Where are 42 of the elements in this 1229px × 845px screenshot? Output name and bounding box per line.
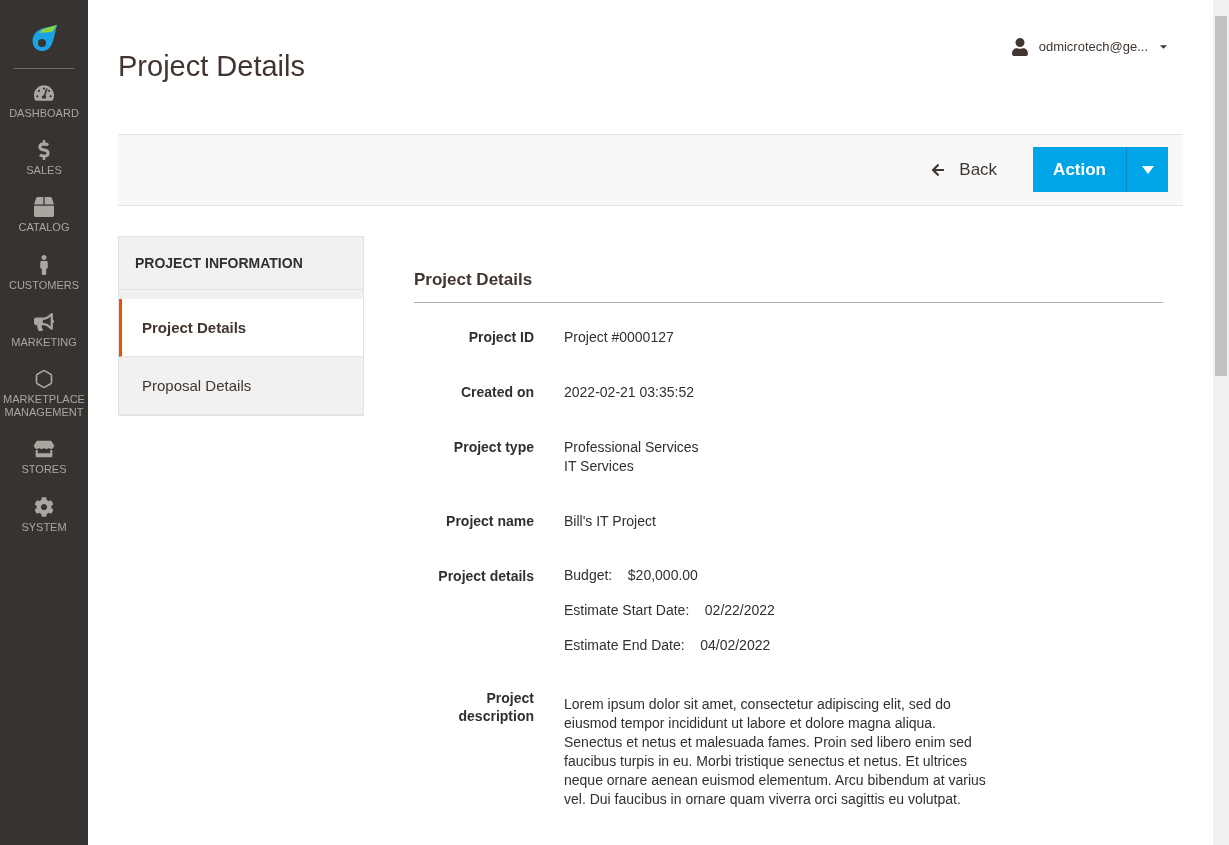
field-label: Created on bbox=[459, 383, 534, 402]
field-label: Project description bbox=[457, 689, 534, 726]
tab[interactable]: Project Details bbox=[119, 299, 363, 357]
nav-item[interactable]: SALES bbox=[0, 126, 88, 184]
action-button[interactable]: Action bbox=[1033, 147, 1126, 193]
back-button[interactable]: Back bbox=[925, 158, 1004, 181]
field-value: Estimate End Date: 04/02/2022 bbox=[564, 637, 772, 653]
field-value: IT Services bbox=[564, 457, 635, 476]
field-label: Project type bbox=[452, 438, 534, 457]
nav-item[interactable]: CUSTOMERS bbox=[0, 240, 88, 298]
tab-group-title: PROJECT INFORMATION bbox=[119, 237, 363, 290]
field-value: 2022-02-21 03:35:52 bbox=[564, 383, 694, 402]
store-icon bbox=[34, 439, 54, 460]
logo-icon[interactable] bbox=[30, 24, 58, 54]
dropdown-toggle[interactable] bbox=[1126, 147, 1168, 193]
scrollbar[interactable] bbox=[1213, 0, 1229, 845]
field-value: Estimate Start Date: 02/22/2022 bbox=[564, 602, 775, 618]
field-label: Project name bbox=[445, 512, 534, 531]
user-menu[interactable]: odmicrotech@ge... bbox=[1010, 37, 1169, 56]
section-title: Project Details bbox=[414, 270, 1163, 303]
field-label: Project details bbox=[437, 567, 534, 586]
arrow-left-icon bbox=[931, 162, 946, 177]
box-icon bbox=[34, 197, 54, 218]
caret-icon bbox=[1141, 165, 1154, 174]
nav-item[interactable]: SYSTEM bbox=[0, 482, 88, 540]
field-label: Project ID bbox=[467, 328, 534, 347]
field-value: Project #0000127 bbox=[564, 328, 674, 347]
gauge-icon bbox=[34, 83, 54, 103]
nav-item[interactable]: CATALOG bbox=[0, 183, 88, 241]
field-value: Budget: $20,000.00 bbox=[564, 567, 699, 583]
nav-item[interactable]: MARKETPLACE MANAGEMENT bbox=[0, 354, 88, 426]
nav-item[interactable]: DASHBOARD bbox=[0, 69, 88, 127]
description-text: Lorem ipsum dolor sit amet, consectetur adipiscing elit, sed do eiusmod tempor incididunt ut labore et dolore magna aliqua. Senectus et netus et malesuada fames. Proin sed libero enim sed faucibus turpis in eu. Morbi tristique senectus et netus. Et ultrices neque ornare aenean euismod elementum. Arcu bibendum at varius vel. Dui faucibus in ornare quam viverra orci sagittis eu volutpat. bbox=[564, 695, 987, 809]
nav-item[interactable]: MARKETING bbox=[0, 297, 88, 355]
nav-item[interactable]: STORES bbox=[0, 425, 88, 483]
field-value: Bill's IT Project bbox=[564, 512, 656, 531]
hexagon-icon bbox=[34, 368, 54, 389]
field-value: Professional Services bbox=[564, 438, 699, 457]
gear-icon bbox=[34, 496, 54, 517]
user-icon bbox=[1010, 37, 1029, 56]
megaphone-icon bbox=[34, 311, 54, 332]
page-title: Project Details bbox=[118, 50, 305, 84]
